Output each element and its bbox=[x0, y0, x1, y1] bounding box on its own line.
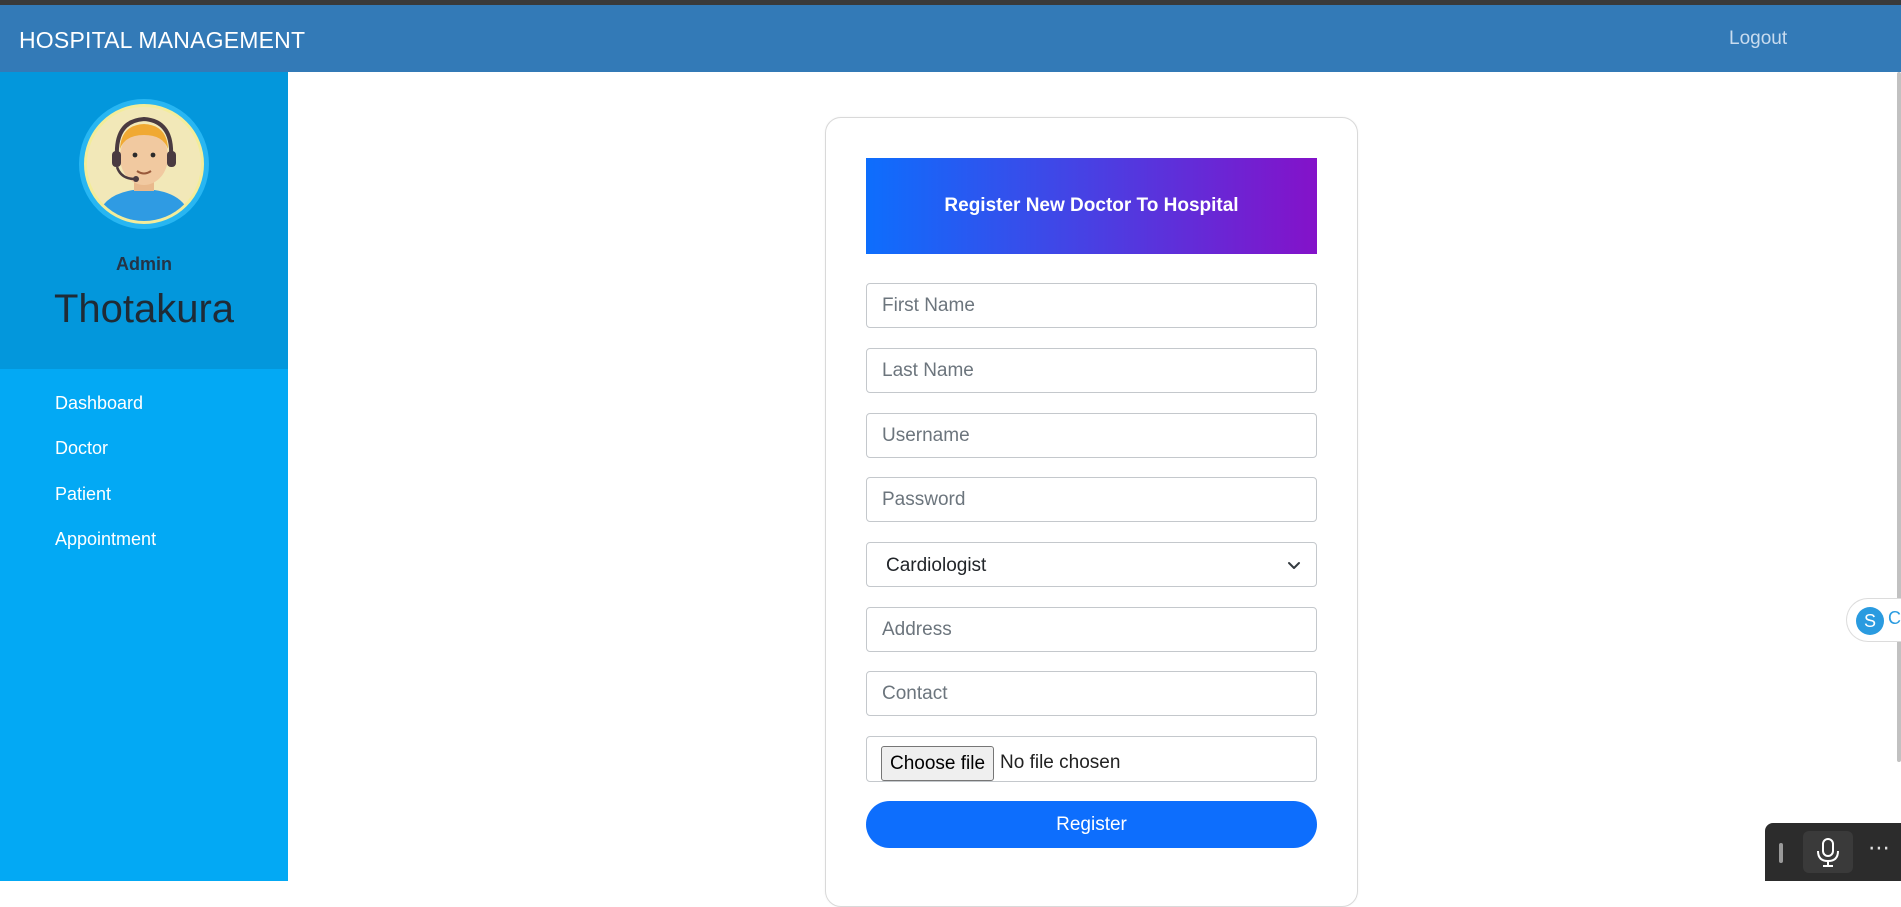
first-name-input[interactable] bbox=[866, 283, 1317, 328]
microphone-icon bbox=[1817, 838, 1839, 867]
sidebar-item-patient[interactable]: Patient bbox=[55, 484, 111, 505]
department-select[interactable]: Cardiologist bbox=[866, 542, 1317, 587]
skype-icon: S bbox=[1856, 607, 1884, 635]
user-role: Admin bbox=[116, 254, 172, 274]
sidebar-item-dashboard[interactable]: Dashboard bbox=[55, 393, 143, 414]
more-horizontal-icon[interactable]: ⋯ bbox=[1868, 835, 1890, 861]
password-input[interactable] bbox=[866, 477, 1317, 522]
form-title: Register New Doctor To Hospital bbox=[866, 158, 1317, 254]
sidebar-item-doctor[interactable]: Doctor bbox=[55, 438, 108, 459]
voice-access-toolbar: ⋯ bbox=[1765, 823, 1901, 881]
sidebar-profile: Admin Thotakura bbox=[0, 72, 288, 369]
top-navbar: HOSPITAL MANAGEMENT Logout bbox=[0, 5, 1901, 72]
brand-title: HOSPITAL MANAGEMENT bbox=[19, 27, 306, 53]
microphone-button[interactable] bbox=[1803, 831, 1853, 873]
user-name: Thotakura bbox=[53, 287, 235, 331]
page-scrollbar[interactable] bbox=[1897, 72, 1901, 762]
chevron-down-icon bbox=[1288, 562, 1300, 569]
file-input[interactable]: Choose file No file chosen bbox=[866, 736, 1317, 782]
operator-headset-avatar-icon bbox=[97, 116, 191, 221]
avatar-ring bbox=[79, 99, 209, 229]
contact-input[interactable] bbox=[866, 671, 1317, 716]
skype-label: C bbox=[1888, 608, 1901, 628]
department-selected-value: Cardiologist bbox=[886, 555, 987, 576]
last-name-input[interactable] bbox=[866, 348, 1317, 393]
drag-handle[interactable] bbox=[1779, 843, 1783, 863]
skype-widget[interactable]: S C bbox=[1846, 598, 1901, 642]
avatar bbox=[84, 104, 204, 224]
register-button[interactable]: Register bbox=[866, 801, 1317, 848]
choose-file-button[interactable]: Choose file bbox=[881, 746, 994, 781]
username-input[interactable] bbox=[866, 413, 1317, 458]
address-input[interactable] bbox=[866, 607, 1317, 652]
sidebar-item-appointment[interactable]: Appointment bbox=[55, 529, 156, 550]
sidebar: Admin Thotakura Dashboard Doctor Patient… bbox=[0, 72, 288, 881]
logout-link[interactable]: Logout bbox=[1729, 28, 1787, 50]
file-status: No file chosen bbox=[1000, 752, 1121, 773]
